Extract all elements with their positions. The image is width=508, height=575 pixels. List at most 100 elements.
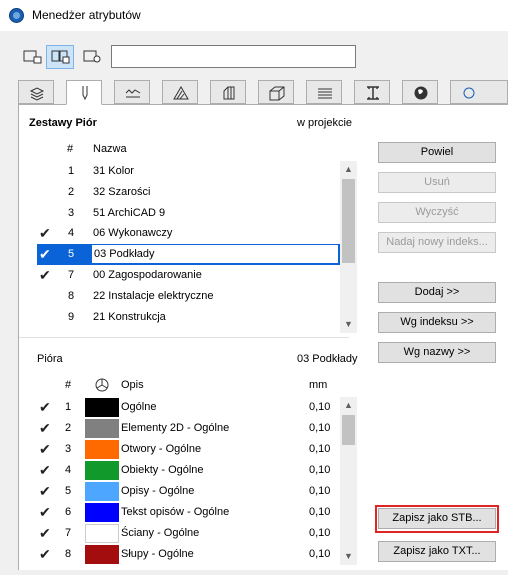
pens-col-mm: mm [309, 379, 328, 391]
pen-row[interactable]: ✔ 8 Słupy - Ogólne 0,10 [37, 544, 340, 565]
check-icon: ✔ [39, 399, 51, 415]
pen-description: Opisy - Ogólne [121, 485, 195, 497]
delete-button[interactable]: Usuń [378, 172, 496, 193]
pen-color-swatch[interactable] [85, 545, 119, 564]
tab-fills[interactable] [162, 80, 198, 104]
view-detail-button[interactable] [78, 45, 106, 69]
scroll-down-icon[interactable]: ▼ [340, 548, 357, 565]
penset-row[interactable]: ✔ 5 03 Podkłady [37, 244, 340, 266]
pen-row[interactable]: ✔ 1 Ogólne 0,10 [37, 397, 340, 418]
surface-icon [318, 88, 332, 99]
pensets-list: # Nazwa 1 31 Kolor 2 32 Szarości 3 51 ArchiCA… [37, 139, 359, 333]
penset-row[interactable]: 3 51 ArchiCAD 9 [37, 203, 340, 224]
check-icon: ✔ [39, 525, 51, 541]
check-icon[interactable]: ✔ [39, 223, 51, 244]
clear-button[interactable]: Wyczyść [378, 202, 496, 223]
view-split-button[interactable] [46, 45, 74, 69]
pen-width: 0,10 [309, 401, 331, 413]
check-icon: ✔ [39, 483, 51, 499]
check-icon[interactable]: ✔ [39, 244, 51, 265]
pens-penset-label: 03 Podkłady [297, 353, 358, 365]
pen-width: 0,10 [309, 443, 331, 455]
scroll-down-icon[interactable]: ▼ [340, 316, 357, 333]
pen-color-swatch[interactable] [85, 461, 119, 480]
attribute-panel: Zestawy Piór w projekcie # Nazwa 1 31 Kol… [18, 104, 508, 570]
check-icon[interactable]: ✔ [39, 265, 51, 286]
pensets-col-name: Nazwa [93, 143, 127, 155]
save-stb-button[interactable]: Zapisz jako STB... [378, 508, 496, 529]
penset-name: 21 Konstrukcja [93, 310, 166, 323]
pen-row[interactable]: ✔ 7 Ściany - Ogólne 0,10 [37, 523, 340, 544]
pens-scrollbar[interactable]: ▲ ▼ [340, 397, 357, 565]
tab-more[interactable] [450, 80, 508, 104]
duplicate-button[interactable]: Powiel [378, 142, 496, 163]
tab-surfaces[interactable] [306, 80, 342, 104]
pen-row[interactable]: ✔ 2 Elementy 2D - Ogólne 0,10 [37, 418, 340, 439]
tab-zones[interactable] [402, 80, 438, 104]
sort-by-name-button[interactable]: Wg nazwy >> [378, 342, 496, 363]
pen-color-swatch[interactable] [85, 419, 119, 438]
renumber-button[interactable]: Nadaj nowy indeks... [378, 232, 496, 253]
scroll-thumb[interactable] [342, 179, 355, 263]
pensets-scope-label: w projekcie [297, 117, 353, 129]
pen-color-swatch[interactable] [85, 482, 119, 501]
pen-color-swatch[interactable] [85, 398, 119, 417]
pen-index: 5 [65, 485, 72, 497]
penset-name-input[interactable]: 03 Podkłady [91, 244, 339, 265]
archicad-logo-icon [9, 8, 24, 23]
scroll-up-icon[interactable]: ▲ [340, 161, 357, 178]
scroll-up-icon[interactable]: ▲ [340, 397, 357, 414]
penset-name: 22 Instalacje elektryczne [93, 289, 214, 302]
list-view-icon [23, 50, 42, 64]
pen-row[interactable]: ✔ 3 Otwory - Ogólne 0,10 [37, 439, 340, 460]
view-list-button[interactable] [18, 45, 46, 69]
pen-width: 0,10 [309, 527, 331, 539]
pen-index: 4 [65, 464, 72, 476]
penset-row[interactable]: 8 22 Instalacje elektryczne [37, 286, 340, 307]
penset-row[interactable]: ✔ 4 06 Wykonawczy [37, 223, 340, 244]
split-view-icon [51, 50, 70, 64]
pens-col-color [95, 378, 109, 394]
save-txt-button[interactable]: Zapisz jako TXT... [378, 541, 496, 562]
tab-profiles[interactable] [354, 80, 390, 104]
check-icon: ✔ [39, 546, 51, 562]
add-button[interactable]: Dodaj >> [378, 282, 496, 303]
tab-pens[interactable] [66, 80, 102, 105]
tab-layers[interactable] [18, 80, 54, 104]
penset-row[interactable]: 9 21 Konstrukcja [37, 307, 340, 328]
pensets-scrollbar[interactable]: ▲ ▼ [340, 161, 357, 333]
penset-name: 06 Wykonawczy [93, 227, 173, 240]
penset-index: 5 [68, 248, 75, 261]
pen-index: 7 [65, 527, 72, 539]
penset-row[interactable]: 2 32 Szarości [37, 182, 340, 203]
penset-index: 9 [68, 310, 75, 323]
tab-composites[interactable] [210, 80, 246, 104]
pen-row[interactable]: ✔ 4 Obiekty - Ogólne 0,10 [37, 460, 340, 481]
penset-index: 1 [68, 165, 75, 177]
pen-row[interactable]: ✔ 6 Tekst opisów - Ogólne 0,10 [37, 502, 340, 523]
pen-icon [82, 86, 88, 101]
pen-index: 6 [65, 506, 72, 518]
pen-color-swatch[interactable] [85, 524, 119, 543]
pen-color-swatch[interactable] [85, 440, 119, 459]
sort-by-index-button[interactable]: Wg indeksu >> [378, 312, 496, 333]
tab-line-types[interactable] [114, 80, 150, 104]
fill-icon [173, 86, 189, 100]
penset-index: 3 [68, 206, 75, 219]
tab-building-materials[interactable] [258, 80, 294, 104]
pen-description: Otwory - Ogólne [121, 443, 202, 455]
pen-color-column-icon [95, 378, 109, 392]
penset-row[interactable]: 1 31 Kolor [37, 161, 340, 182]
scroll-thumb[interactable] [342, 415, 355, 445]
pen-description: Obiekty - Ogólne [121, 464, 204, 476]
pensets-col-num: # [67, 143, 74, 155]
penset-row[interactable]: ✔ 7 00 Zagospodarowanie [37, 265, 340, 286]
pen-color-swatch[interactable] [85, 503, 119, 522]
pen-row[interactable]: ✔ 5 Opisy - Ogólne 0,10 [37, 481, 340, 502]
penset-index: 2 [68, 185, 75, 198]
search-input[interactable] [111, 45, 356, 68]
attribute-tabs [18, 80, 508, 105]
penset-index: 7 [68, 269, 75, 281]
penset-index: 4 [68, 227, 75, 240]
pen-index: 1 [65, 401, 72, 413]
